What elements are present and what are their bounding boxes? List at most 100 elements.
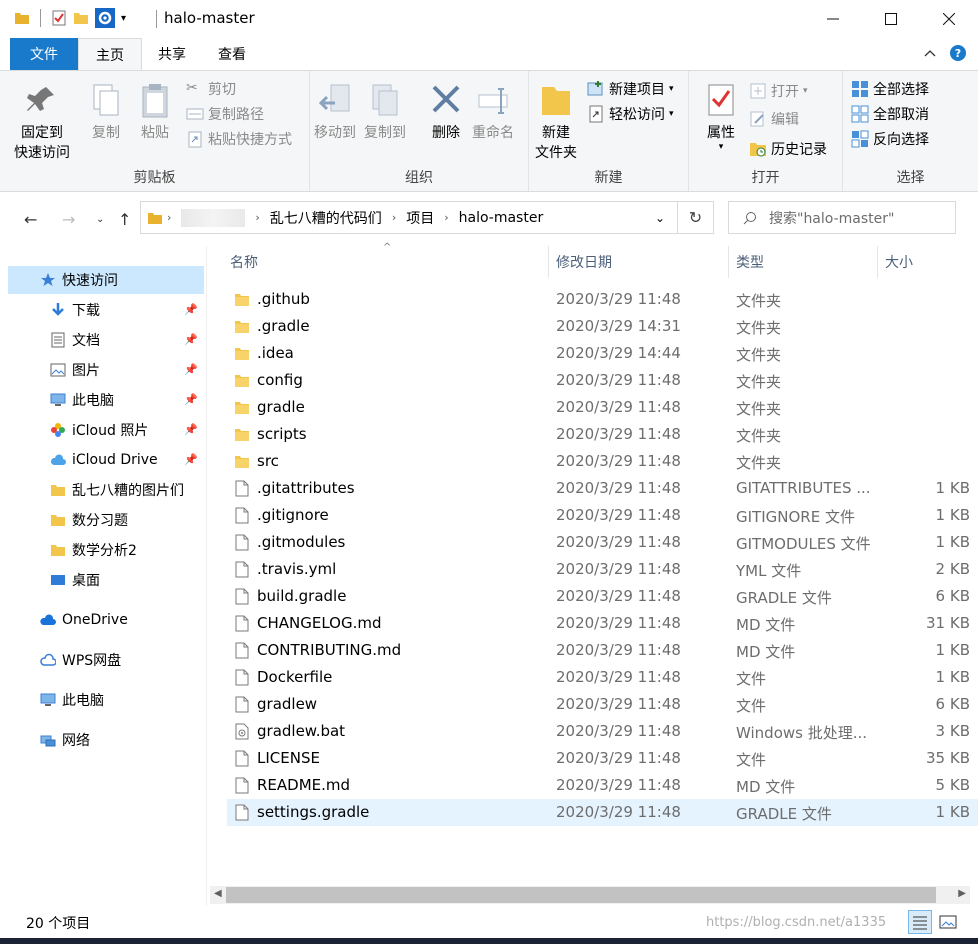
table-row[interactable]: .gitmodules 2020/3/29 11:48 GITMODULES 文件 1… [227,529,978,556]
table-row[interactable]: src 2020/3/29 11:48 文件夹 [227,448,978,475]
file-type: YML 文件 [736,562,802,580]
sidebar-item-network[interactable]: 网络 [8,726,204,754]
clipboard-group: 固定到 快速访问 复制 粘贴 ✂ 剪切 复制路径 粘贴快捷方式 剪贴板 [0,71,310,191]
column-divider[interactable] [877,246,878,278]
table-row[interactable]: Dockerfile 2020/3/29 11:48 文件 1 KB [227,664,978,691]
file-date: 2020/3/29 11:48 [556,776,681,794]
sidebar-item-downloads[interactable]: 下载 📌 [8,296,204,324]
breadcrumb-item[interactable]: 乱七八糟的代码们 [264,208,388,228]
table-row[interactable]: gradlew.bat 2020/3/29 11:48 Windows 批处理...… [227,718,978,745]
column-divider[interactable] [728,246,729,278]
delete-button[interactable]: 删除 [428,81,464,143]
sidebar-item-pictures[interactable]: 图片 📌 [8,356,204,384]
paste-shortcut-button[interactable]: 粘贴快捷方式 [186,127,292,151]
table-row[interactable]: .gradle 2020/3/29 14:31 文件夹 [227,313,978,340]
table-row[interactable]: settings.gradle 2020/3/29 11:48 GRADLE 文件 1… [227,799,978,826]
table-row[interactable]: scripts 2020/3/29 11:48 文件夹 [227,421,978,448]
tab-file[interactable]: 文件 [10,38,78,70]
table-row[interactable]: build.gradle 2020/3/29 11:48 GRADLE 文件 6 KB [227,583,978,610]
qat-dropdown-icon[interactable]: ▾ [121,13,126,24]
recent-locations-icon[interactable]: ⌄ [96,214,104,225]
tab-view[interactable]: 查看 [202,38,262,70]
copy-path-button[interactable]: 复制路径 [186,102,264,126]
file-date: 2020/3/29 11:48 [556,803,681,821]
history-button[interactable]: 历史记录 [749,137,827,161]
table-row[interactable]: gradlew 2020/3/29 11:48 文件 6 KB [227,691,978,718]
edit-button[interactable]: 编辑 [749,107,799,131]
table-row[interactable]: .idea 2020/3/29 14:44 文件夹 [227,340,978,367]
column-header-name[interactable]: 名称 [230,252,258,272]
properties-icon[interactable] [51,10,67,26]
paste-button[interactable]: 粘贴 [137,81,173,143]
folder-icon [235,348,249,360]
collapse-ribbon-icon[interactable] [924,49,936,57]
table-row[interactable]: LICENSE 2020/3/29 11:48 文件 35 KB [227,745,978,772]
select-none-button[interactable]: 全部取消 [851,102,929,126]
sidebar-item-folder[interactable]: 乱七八糟的图片们 [8,476,204,504]
scroll-right-icon[interactable]: ▶ [958,888,966,899]
table-row[interactable]: .gitattributes 2020/3/29 11:48 GITATTRIBUT… [227,475,978,502]
sidebar-item-icloud-drive[interactable]: iCloud Drive 📌 [8,446,204,474]
new-item-button[interactable]: 新建项目 ▾ [587,77,674,101]
column-header-date[interactable]: 修改日期 [556,252,612,272]
forward-button[interactable]: → [62,210,75,229]
scroll-left-icon[interactable]: ◀ [214,888,222,899]
search-input[interactable]: 搜索"halo-master" [728,201,956,234]
sidebar-item-this-pc[interactable]: 此电脑 [8,686,204,714]
rename-button[interactable]: 重命名 [472,81,514,143]
column-header-size[interactable]: 大小 [885,252,913,272]
large-icons-view-button[interactable] [936,910,960,934]
cut-button[interactable]: ✂ 剪切 [186,77,236,101]
back-button[interactable]: ← [24,210,37,229]
sidebar-item-folder[interactable]: 数学分析2 [8,536,204,564]
sidebar-item-onedrive[interactable]: OneDrive [8,606,204,634]
table-row[interactable]: README.md 2020/3/29 11:48 MD 文件 5 KB [227,772,978,799]
details-view-button[interactable] [908,910,932,934]
new-folder-button[interactable]: 新建 文件夹 [535,81,577,163]
pin-quick-access-button[interactable]: 固定到 快速访问 [14,81,70,163]
table-row[interactable]: CHANGELOG.md 2020/3/29 11:48 MD 文件 31 KB [227,610,978,637]
customize-icon[interactable] [95,8,115,28]
blurred-breadcrumb[interactable] [181,208,246,227]
folder-icon [235,456,249,468]
easy-access-button[interactable]: 轻松访问 ▾ [587,102,674,126]
invert-selection-button[interactable]: 反向选择 [851,127,929,151]
breadcrumb-item[interactable]: 项目 [400,208,440,228]
address-dropdown-icon[interactable]: ⌄ [643,211,677,225]
refresh-button[interactable]: ↻ [677,202,713,233]
up-button[interactable]: ↑ [118,210,131,229]
table-row[interactable]: gradle 2020/3/29 11:48 文件夹 [227,394,978,421]
file-name: CONTRIBUTING.md [257,641,402,659]
table-row[interactable]: config 2020/3/29 11:48 文件夹 [227,367,978,394]
sidebar-item-quick-access[interactable]: 快速访问 [8,266,204,294]
table-row[interactable]: .github 2020/3/29 11:48 文件夹 [227,286,978,313]
sidebar-item-this-pc-pinned[interactable]: 此电脑 📌 [8,386,204,414]
help-icon[interactable]: ? [950,45,966,61]
open-button[interactable]: 打开 ▾ [749,79,808,103]
sidebar-item-wps-drive[interactable]: WPS网盘 [8,646,204,674]
minimize-button[interactable] [804,0,862,38]
sidebar-item-icloud-photos[interactable]: iCloud 照片 📌 [8,416,204,444]
copy-button[interactable]: 复制 [88,81,124,143]
maximize-button[interactable] [862,0,920,38]
properties-button[interactable]: 属性 ▾ [703,81,739,152]
new-folder-icon[interactable] [73,10,89,26]
table-row[interactable]: CONTRIBUTING.md 2020/3/29 11:48 MD 文件 1 KB [227,637,978,664]
sidebar-item-folder[interactable]: 数分习题 [8,506,204,534]
tab-share[interactable]: 共享 [142,38,202,70]
close-button[interactable] [920,0,978,38]
column-header-type[interactable]: 类型 [736,252,764,272]
address-bar[interactable]: › › 乱七八糟的代码们 › 项目 › halo-master ⌄ ↻ [140,201,714,234]
table-row[interactable]: .travis.yml 2020/3/29 11:48 YML 文件 2 KB [227,556,978,583]
sidebar-item-documents[interactable]: 文档 📌 [8,326,204,354]
move-to-button[interactable]: 移动到 [314,81,356,143]
select-all-button[interactable]: 全部选择 [851,77,929,101]
horizontal-scrollbar[interactable]: ◀ ▶ [210,886,970,904]
sidebar-item-desktop[interactable]: 桌面 [8,566,204,594]
scrollbar-thumb[interactable] [226,887,936,903]
table-row[interactable]: .gitignore 2020/3/29 11:48 GITIGNORE 文件 1 K… [227,502,978,529]
tab-home[interactable]: 主页 [78,38,142,70]
copy-to-button[interactable]: 复制到 [364,81,406,143]
column-divider[interactable] [548,246,549,278]
breadcrumb-item[interactable]: halo-master [453,210,550,226]
